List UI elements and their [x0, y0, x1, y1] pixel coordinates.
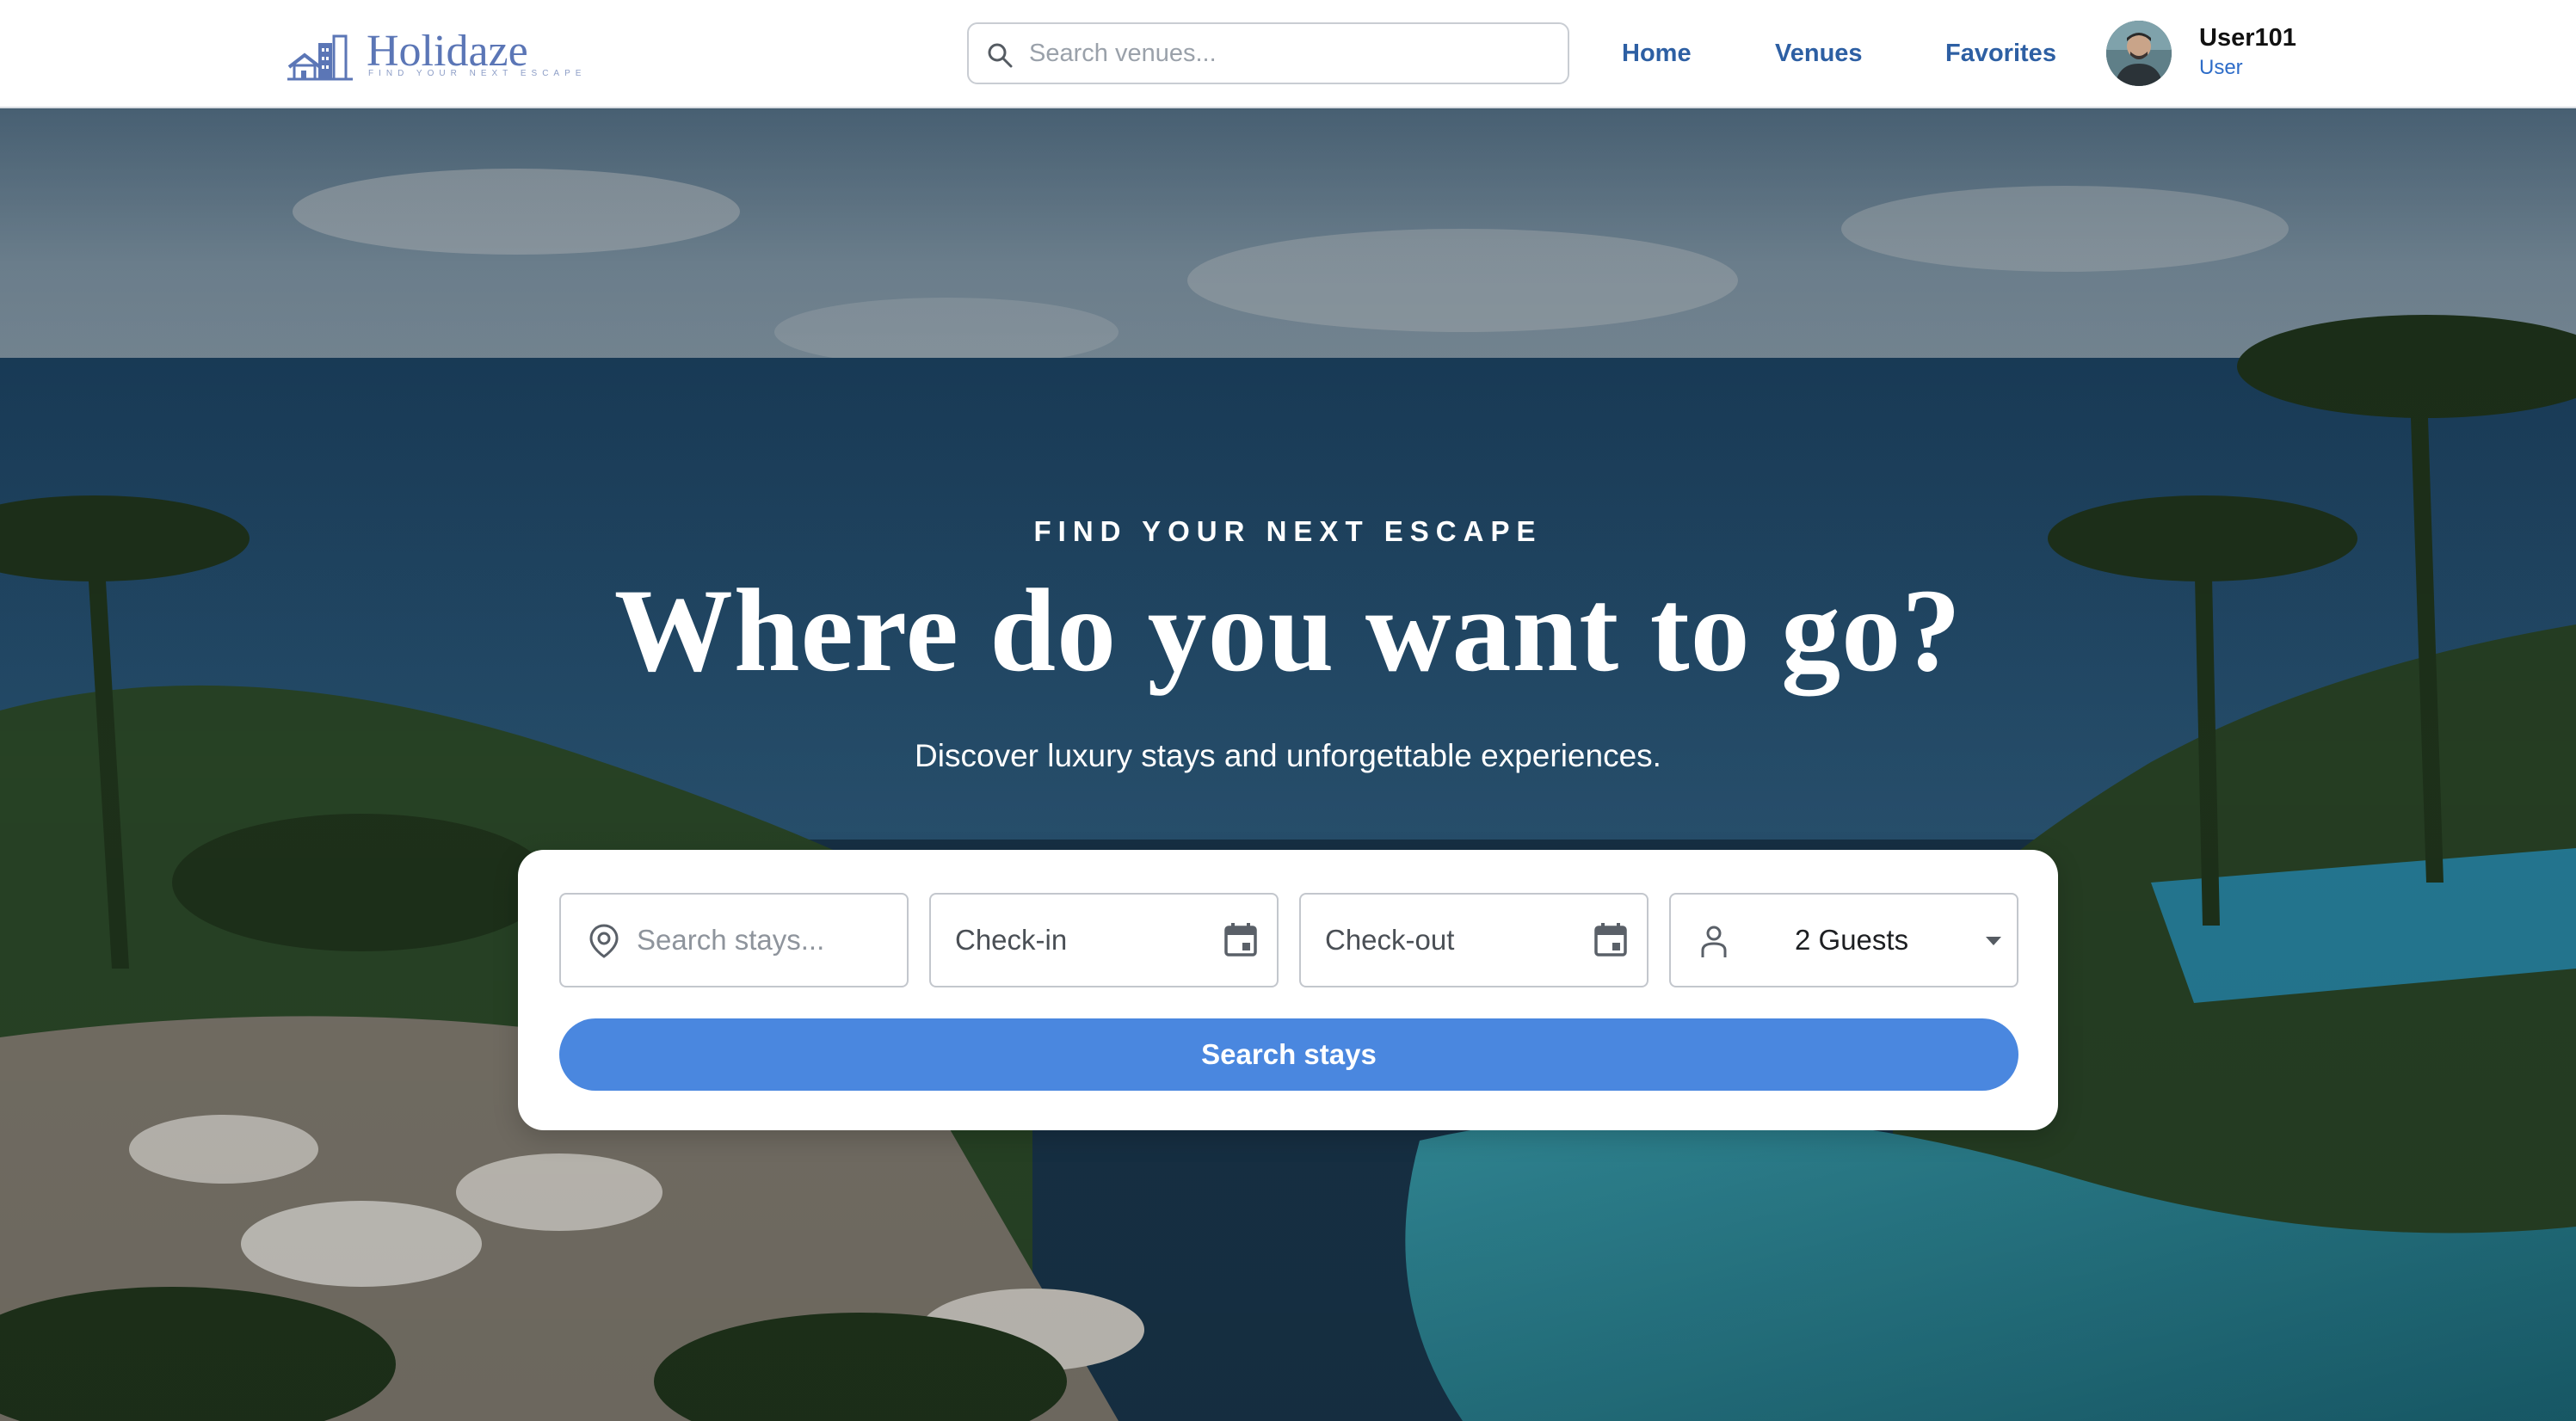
house-logo-icon — [287, 34, 353, 81]
check-in-input[interactable] — [953, 895, 1211, 986]
user-role: User — [2199, 56, 2243, 79]
stay-search-card: 2 Guests Search stays — [518, 850, 2058, 1130]
destination-field[interactable] — [559, 893, 909, 987]
hero-section: FIND YOUR NEXT ESCAPE Where do you want … — [0, 108, 2576, 1421]
search-stays-button[interactable]: Search stays — [559, 1018, 2018, 1091]
check-in-field[interactable] — [929, 893, 1279, 987]
user-name: User101 — [2199, 24, 2296, 52]
hero-headline: Where do you want to go? — [613, 564, 1963, 696]
destination-input[interactable] — [635, 895, 893, 986]
location-pin-icon — [589, 924, 619, 958]
nav-favorites-link[interactable]: Favorites — [1945, 34, 2056, 72]
calendar-icon[interactable] — [1222, 920, 1260, 958]
hero-subheading: Discover luxury stays and unforgettable … — [915, 738, 1661, 773]
brand-tagline: FIND YOUR NEXT ESCAPE — [368, 69, 587, 78]
search-icon — [988, 43, 1013, 68]
nav-home-link[interactable]: Home — [1622, 34, 1692, 72]
nav-venues-link[interactable]: Venues — [1775, 34, 1863, 72]
brand-logo[interactable]: Holidaze FIND YOUR NEXT ESCAPE — [287, 28, 581, 81]
check-out-field[interactable] — [1299, 893, 1649, 987]
hero-eyebrow: FIND YOUR NEXT ESCAPE — [1033, 515, 1543, 547]
top-navbar: Holidaze FIND YOUR NEXT ESCAPE Home Venu… — [0, 0, 2576, 108]
check-out-input[interactable] — [1323, 895, 1581, 986]
user-avatar[interactable] — [2106, 21, 2172, 86]
venue-search-box — [967, 22, 1569, 84]
chevron-down-icon — [1986, 937, 2001, 945]
guests-value: 2 Guests — [1795, 924, 1909, 956]
user-avatar-image — [2106, 21, 2172, 86]
guests-select[interactable]: 2 Guests — [1669, 893, 2018, 987]
calendar-icon[interactable] — [1592, 920, 1630, 958]
venue-search-input[interactable] — [1027, 24, 1552, 83]
person-icon — [1701, 926, 1727, 957]
